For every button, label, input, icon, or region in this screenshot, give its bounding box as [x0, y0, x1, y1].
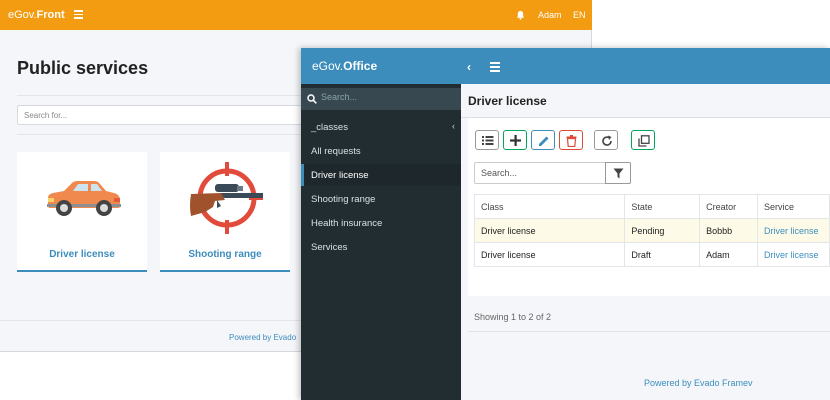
service-link[interactable]: Driver license	[757, 242, 830, 267]
front-search-input[interactable]	[24, 111, 300, 120]
sidebar-item-label: Health insurance	[311, 218, 383, 229]
table-cell: Adam	[699, 242, 758, 267]
column-header[interactable]: State	[624, 194, 701, 219]
copy-icon	[638, 135, 650, 147]
table-row[interactable]: Driver license Pending Bobbb Driver lice…	[473, 218, 830, 243]
sidebar-item-label: Shooting range	[311, 194, 376, 205]
pencil-icon	[539, 136, 549, 146]
front-search[interactable]	[17, 105, 307, 125]
filter-icon	[613, 168, 624, 179]
front-footer-link[interactable]: Powered by Evado	[229, 333, 296, 342]
requests-table: Class State Creator Service Driver licen…	[473, 194, 830, 267]
service-link[interactable]: Driver license	[757, 218, 830, 243]
sidebar-item-label: All requests	[311, 146, 361, 157]
add-button[interactable]	[503, 130, 527, 150]
list-button[interactable]	[475, 130, 499, 150]
sidebar-search[interactable]	[301, 88, 461, 110]
table-cell: Draft	[624, 242, 701, 267]
rifle-target-icon	[190, 162, 263, 234]
delete-button[interactable]	[559, 130, 583, 150]
sidebar-item-shooting-range[interactable]: Shooting range	[301, 188, 461, 210]
filter-button[interactable]	[605, 162, 631, 184]
sidebar: _classes ‹ All requests Driver license S…	[301, 84, 461, 400]
front-user[interactable]: Adam	[538, 10, 562, 20]
service-tile-driver-license[interactable]: Driver license	[17, 152, 147, 272]
copy-button[interactable]	[631, 130, 655, 150]
divider	[468, 331, 830, 332]
column-header[interactable]: Class	[473, 194, 626, 219]
page-title: Driver license	[468, 94, 547, 108]
office-menu-icon[interactable]	[490, 62, 500, 72]
front-brand-prefix: eGov.	[8, 9, 37, 21]
grid-search[interactable]	[474, 162, 606, 184]
refresh-button[interactable]	[594, 130, 618, 150]
office-brand-prefix: eGov.	[312, 59, 344, 73]
sidebar-item-driver-license[interactable]: Driver license	[301, 164, 461, 186]
column-header[interactable]: Creator	[699, 194, 758, 219]
list-icon	[482, 136, 494, 145]
table-header-row: Class State Creator Service	[473, 194, 830, 219]
edit-button[interactable]	[531, 130, 555, 150]
table-cell: Driver license	[473, 218, 626, 243]
office-topbar: eGov.Office ‹	[301, 48, 830, 84]
office-brand-suffix: Office	[343, 59, 378, 73]
sidebar-item-label: Services	[311, 242, 348, 253]
office-brand[interactable]: eGov.Office	[312, 59, 377, 73]
tile-label: Driver license	[49, 249, 115, 260]
chevron-left-icon[interactable]: ‹	[467, 60, 471, 74]
refresh-icon	[602, 135, 612, 146]
table-row[interactable]: Driver license Draft Adam Driver license	[473, 242, 830, 267]
plus-icon	[510, 135, 521, 146]
table-cell: Pending	[624, 218, 701, 243]
sidebar-item-label: Driver license	[311, 170, 369, 181]
pagination-info: Showing 1 to 2 of 2	[474, 312, 552, 322]
service-tile-shooting-range[interactable]: Shooting range	[160, 152, 290, 272]
page-title: Public services	[17, 58, 149, 78]
sidebar-item-services[interactable]: Services	[301, 236, 461, 258]
sidebar-item-all-requests[interactable]: All requests	[301, 140, 461, 162]
table-cell: Bobbb	[699, 218, 758, 243]
tile-label: Shooting range	[188, 249, 262, 260]
trash-icon	[566, 135, 577, 147]
sidebar-item-classes[interactable]: _classes ‹	[301, 116, 461, 138]
sidebar-item-health-insurance[interactable]: Health insurance	[301, 212, 461, 234]
sidebar-item-label: _classes	[311, 122, 348, 133]
front-brand[interactable]: eGov.Front	[8, 9, 65, 21]
front-topbar: eGov.Front Adam EN	[0, 0, 592, 30]
sidebar-search-input[interactable]	[321, 92, 451, 102]
column-header[interactable]: Service	[757, 194, 830, 219]
office-content: Driver license Search... Class State Cre…	[461, 84, 830, 400]
car-icon	[47, 181, 121, 216]
bell-icon[interactable]	[516, 10, 525, 20]
front-lang[interactable]: EN	[573, 10, 586, 20]
front-menu-icon[interactable]	[74, 10, 83, 19]
grid-search-input[interactable]	[481, 168, 599, 178]
office-footer-link[interactable]: Powered by Evado Framev	[644, 378, 753, 388]
office-window: eGov.Office ‹ _classes ‹ All requests Dr…	[301, 48, 830, 400]
table-cell: Driver license	[473, 242, 626, 267]
chevron-left-icon: ‹	[452, 121, 455, 131]
front-brand-suffix: Front	[36, 9, 65, 21]
search-icon	[307, 94, 317, 104]
